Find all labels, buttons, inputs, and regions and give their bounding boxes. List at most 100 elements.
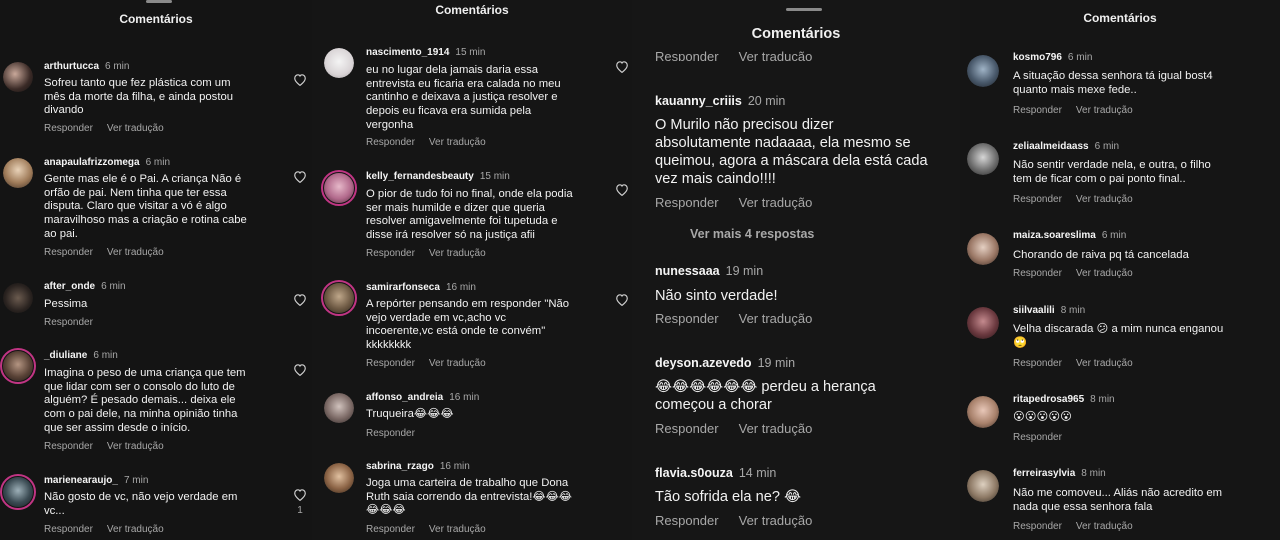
avatar[interactable] xyxy=(967,55,999,87)
username[interactable]: siilvaalili 8 min xyxy=(1013,305,1085,316)
reply-button[interactable]: Responder xyxy=(655,195,719,210)
reply-button[interactable]: Responder xyxy=(655,49,719,61)
see-translation-button[interactable]: Ver tradução xyxy=(429,137,486,148)
avatar[interactable] xyxy=(3,283,33,313)
see-translation-button[interactable]: Ver tradução xyxy=(429,248,486,259)
heart-outline-icon[interactable] xyxy=(615,183,629,196)
reply-button[interactable]: Responder xyxy=(44,441,93,452)
username[interactable]: kauanny_criiis 20 min xyxy=(655,94,785,108)
see-translation-button[interactable]: Ver tradução xyxy=(739,195,813,210)
reply-button[interactable]: Responder xyxy=(655,513,719,528)
see-translation-button[interactable]: Ver tradução xyxy=(739,311,813,326)
see-translation-button[interactable]: Ver tradução xyxy=(1076,521,1133,532)
username[interactable]: kosmo796 6 min xyxy=(1013,52,1092,63)
username[interactable]: zeliaalmeidaass 6 min xyxy=(1013,141,1119,152)
avatar[interactable] xyxy=(967,396,999,428)
avatar[interactable] xyxy=(324,393,354,423)
username[interactable]: after_onde 6 min xyxy=(44,281,126,292)
username[interactable]: sabrina_rzago 16 min xyxy=(366,461,470,472)
avatar[interactable] xyxy=(3,62,33,92)
reply-button[interactable]: Responder xyxy=(366,428,415,439)
heart-outline-icon[interactable] xyxy=(615,293,629,306)
panel-title: Comentários xyxy=(751,26,841,42)
avatar[interactable] xyxy=(324,463,354,493)
see-translation-button[interactable]: Ver tradução xyxy=(739,421,813,436)
reply-button[interactable]: Responder xyxy=(655,311,719,326)
view-more-replies-button[interactable]: Ver mais 4 respostas xyxy=(690,227,814,241)
avatar[interactable] xyxy=(324,48,354,78)
heart-outline-icon[interactable] xyxy=(293,293,307,306)
comment-text: Chorando de raiva pq tá cancelada xyxy=(1013,249,1189,261)
comment-actions: Responder xyxy=(366,428,429,439)
reply-button[interactable]: Responder xyxy=(366,524,415,535)
heart-outline-icon[interactable] xyxy=(293,488,307,501)
avatar[interactable] xyxy=(967,307,999,339)
username[interactable]: ritapedrosa965 8 min xyxy=(1013,394,1115,405)
reply-button[interactable]: Responder xyxy=(44,317,93,328)
heart-outline-icon[interactable] xyxy=(293,170,307,183)
see-translation-button[interactable]: Ver tradução xyxy=(107,123,164,134)
username[interactable]: affonso_andreia 16 min xyxy=(366,392,479,403)
reply-button[interactable]: Responder xyxy=(44,524,93,535)
avatar[interactable] xyxy=(0,348,36,384)
username[interactable]: anapaulafrizzomega 6 min xyxy=(44,157,170,168)
username[interactable]: flavia.s0ouza 14 min xyxy=(655,466,776,480)
see-translation-button[interactable]: Ver tradução xyxy=(107,524,164,535)
comment-actions: Responder Ver tradução xyxy=(1013,194,1147,205)
avatar[interactable] xyxy=(3,158,33,188)
username[interactable]: kelly_fernandesbeauty 15 min xyxy=(366,171,510,182)
reply-button[interactable]: Responder xyxy=(366,358,415,369)
reply-button[interactable]: Responder xyxy=(655,421,719,436)
see-translation-button[interactable]: Ver tradução xyxy=(1076,358,1133,369)
see-translation-button[interactable]: Ver tradução xyxy=(739,513,813,528)
comment-actions: Responder xyxy=(44,317,107,328)
heart-outline-icon[interactable] xyxy=(615,60,629,73)
comment-text: eu no lugar dela jamais daria essa entrev… xyxy=(366,64,561,131)
username[interactable]: samirarfonseca 16 min xyxy=(366,282,476,293)
see-translation-button[interactable]: Ver tradução xyxy=(107,247,164,258)
avatar[interactable] xyxy=(321,170,357,206)
username[interactable]: maiza.soareslima 6 min xyxy=(1013,230,1126,241)
reply-button[interactable]: Responder xyxy=(366,248,415,259)
username[interactable]: nascimento_1914 15 min xyxy=(366,47,485,58)
drag-handle-icon[interactable] xyxy=(146,0,172,3)
see-translation-button[interactable]: Ver tradução xyxy=(107,441,164,452)
drag-handle-icon[interactable] xyxy=(786,8,822,11)
see-translation-button[interactable]: Ver tradução xyxy=(739,49,813,61)
reply-button[interactable]: Responder xyxy=(1013,432,1062,443)
reply-button[interactable]: Responder xyxy=(44,123,93,134)
comment-actions: Responder Ver tradução xyxy=(44,441,178,452)
username[interactable]: arthurtucca 6 min xyxy=(44,61,129,72)
reply-button[interactable]: Responder xyxy=(1013,358,1062,369)
reply-button[interactable]: Responder xyxy=(44,247,93,258)
comment-text: Truqueira😂😂😂 xyxy=(366,408,454,420)
username[interactable]: marienearaujo_ 7 min xyxy=(44,475,148,486)
avatar[interactable] xyxy=(967,470,999,502)
reply-button[interactable]: Responder xyxy=(366,137,415,148)
comment-text: A situação dessa senhora tá igual bost4 q… xyxy=(1013,70,1213,96)
reply-button[interactable]: Responder xyxy=(1013,268,1062,279)
username[interactable]: deyson.azevedo 19 min xyxy=(655,356,795,370)
username[interactable]: nunessaaa 19 min xyxy=(655,264,763,278)
username[interactable]: ferreirasylvia 8 min xyxy=(1013,468,1106,479)
avatar[interactable] xyxy=(0,474,36,510)
comment-actions: Responder Ver tradução xyxy=(366,137,500,148)
see-translation-button[interactable]: Ver tradução xyxy=(1076,194,1133,205)
avatar[interactable] xyxy=(967,233,999,265)
heart-outline-icon[interactable] xyxy=(293,363,307,376)
comment-actions: Responder Ver tradução xyxy=(655,311,832,326)
comment-actions: Responder Ver tradução xyxy=(655,513,832,528)
reply-button[interactable]: Responder xyxy=(1013,105,1062,116)
comment-actions: Responder xyxy=(1013,432,1076,443)
see-translation-button[interactable]: Ver tradução xyxy=(1076,268,1133,279)
reply-button[interactable]: Responder xyxy=(1013,521,1062,532)
username[interactable]: _diuliane 6 min xyxy=(44,350,118,361)
see-translation-button[interactable]: Ver tradução xyxy=(429,524,486,535)
avatar[interactable] xyxy=(967,143,999,175)
comment-actions: Responder Ver tradução xyxy=(655,49,832,61)
see-translation-button[interactable]: Ver tradução xyxy=(1076,105,1133,116)
heart-outline-icon[interactable] xyxy=(293,73,307,86)
see-translation-button[interactable]: Ver tradução xyxy=(429,358,486,369)
reply-button[interactable]: Responder xyxy=(1013,194,1062,205)
avatar[interactable] xyxy=(321,280,357,316)
